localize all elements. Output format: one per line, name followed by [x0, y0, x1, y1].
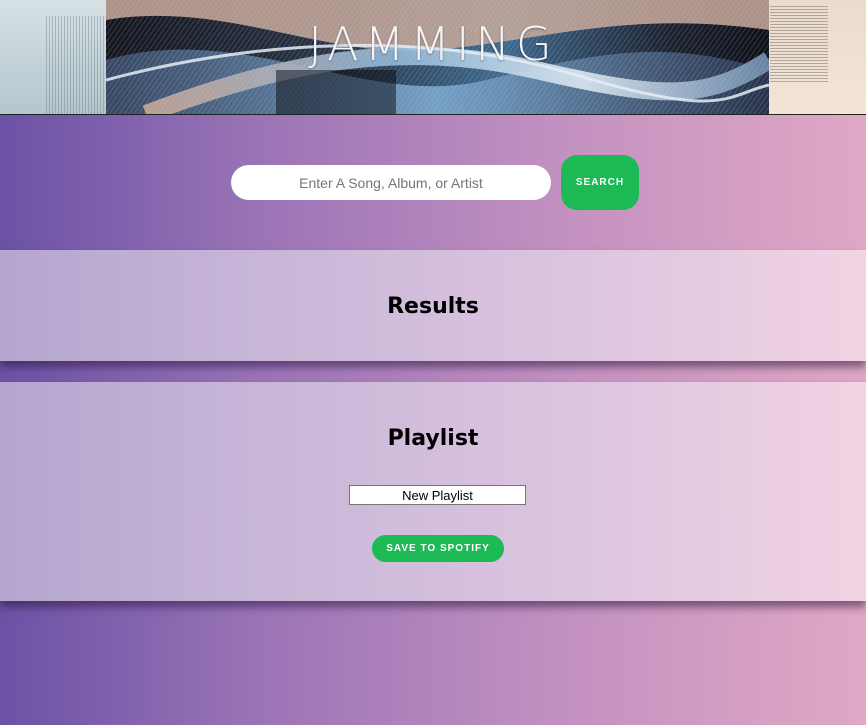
results-heading: Results: [387, 294, 479, 319]
save-to-spotify-button[interactable]: SAVE TO SPOTIFY: [372, 535, 504, 562]
search-input[interactable]: [231, 165, 551, 200]
app-header-banner: JAMMING: [0, 0, 866, 115]
playlist-panel: Playlist SAVE TO SPOTIFY: [0, 382, 866, 601]
search-bar: SEARCH: [0, 155, 866, 211]
playlist-name-input[interactable]: [349, 485, 526, 505]
search-button[interactable]: SEARCH: [561, 155, 639, 210]
playlist-heading: Playlist: [387, 426, 479, 451]
results-panel: Results: [0, 250, 866, 361]
app-title: JAMMING: [308, 17, 558, 71]
